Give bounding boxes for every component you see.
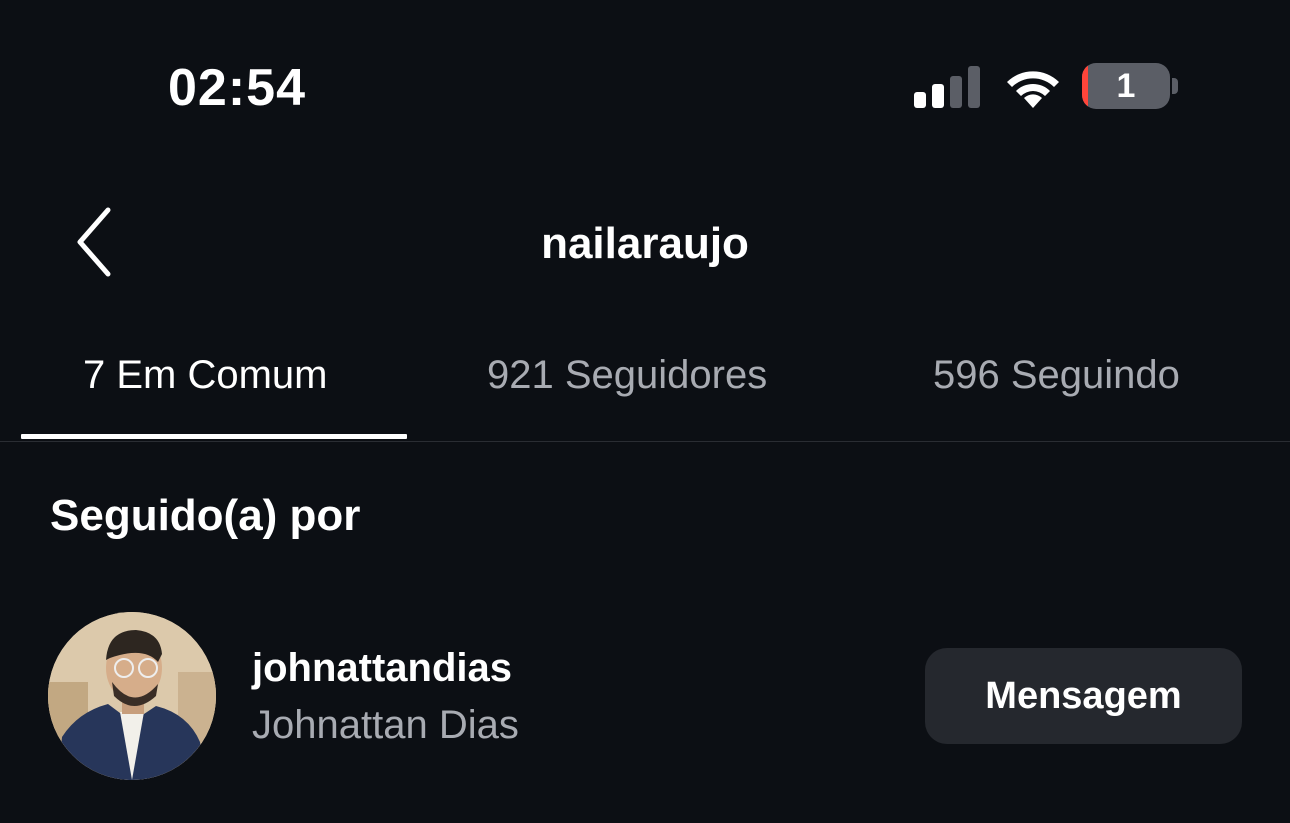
- signal-bar: [968, 66, 980, 108]
- active-tab-indicator: [21, 434, 407, 439]
- list-item[interactable]: johnattandias Johnattan Dias Mensagem: [0, 600, 1290, 790]
- cellular-signal-icon: [914, 66, 984, 108]
- signal-bar: [950, 76, 962, 108]
- signal-bar: [932, 84, 944, 108]
- tab-seguindo[interactable]: 596 Seguindo: [933, 350, 1180, 400]
- signal-bar: [914, 92, 926, 108]
- username[interactable]: johnattandias: [252, 644, 512, 692]
- nav-header: nailaraujo: [0, 180, 1290, 310]
- section-title: Seguido(a) por: [50, 491, 361, 540]
- tab-em-comum[interactable]: 7 Em Comum: [83, 350, 328, 400]
- full-name: Johnattan Dias: [252, 703, 519, 747]
- battery-icon: 1: [1082, 63, 1170, 109]
- battery-tip: [1172, 78, 1178, 94]
- tab-seguidores[interactable]: 921 Seguidores: [487, 350, 767, 400]
- message-button[interactable]: Mensagem: [925, 648, 1242, 744]
- avatar[interactable]: [48, 612, 216, 780]
- battery-percentage: 1: [1116, 67, 1136, 105]
- status-bar: 02:54 1: [0, 0, 1290, 160]
- tab-bar: 7 Em Comum 921 Seguidores 596 Seguindo: [0, 336, 1290, 442]
- avatar-image: [48, 612, 216, 780]
- wifi-icon: [1007, 71, 1059, 108]
- status-time: 02:54: [168, 59, 306, 117]
- page-title: nailaraujo: [541, 219, 749, 268]
